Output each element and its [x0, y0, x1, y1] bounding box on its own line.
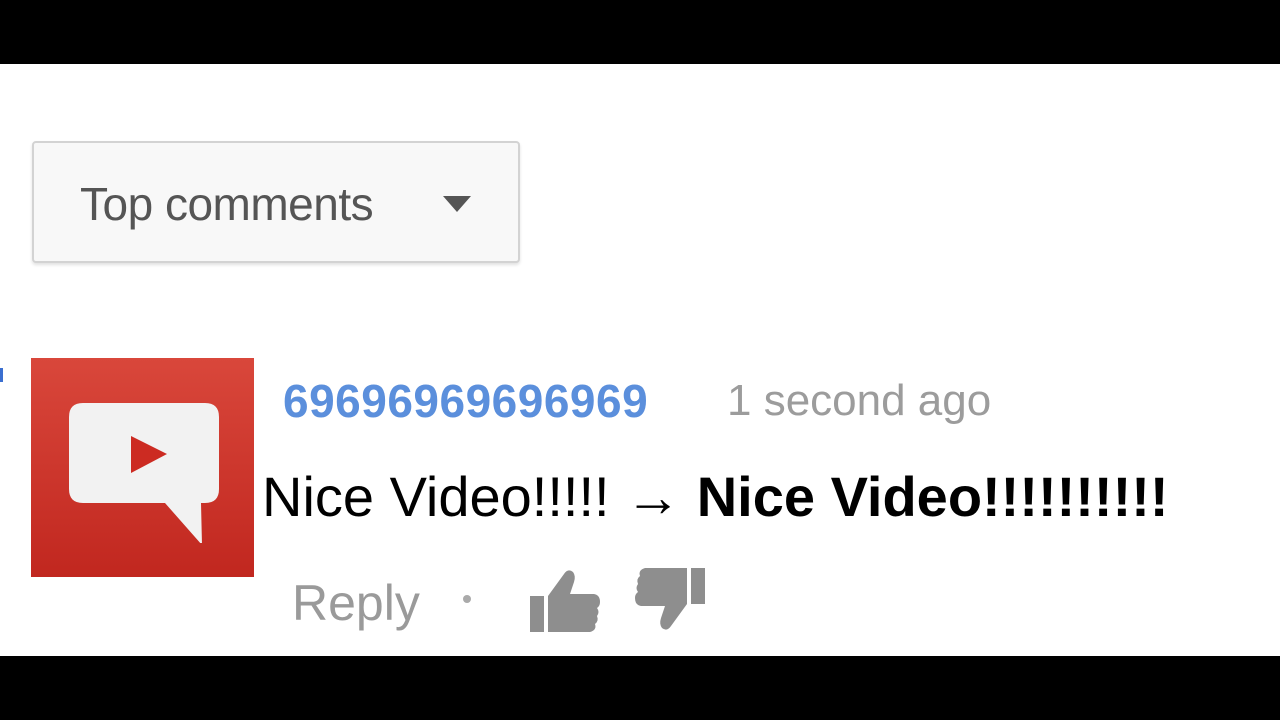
youtube-chat-bubble-icon	[69, 403, 219, 543]
sort-comments-dropdown[interactable]: Top comments	[32, 141, 520, 263]
comment-body: Nice Video!!!!! → Nice Video!!!!!!!!!!	[262, 464, 1169, 529]
dot-separator	[463, 595, 471, 603]
comment-timestamp[interactable]: 1 second ago	[727, 376, 991, 426]
sort-comments-label: Top comments	[80, 178, 374, 230]
thumbs-down-icon	[635, 568, 705, 630]
comment-author-link[interactable]: 69696969696969	[283, 374, 648, 428]
like-button[interactable]	[530, 568, 602, 634]
comment-text-edited: Nice Video!!!!!!!!!!	[696, 465, 1169, 528]
thumbs-up-icon	[530, 570, 600, 632]
comments-section: Top comments 69696969696969 1 second ago…	[0, 64, 1280, 656]
caret-down-icon	[443, 196, 471, 212]
dislike-button[interactable]	[635, 568, 707, 634]
comment-text-original: Nice Video!!!!!	[262, 465, 610, 528]
reply-button[interactable]: Reply	[292, 574, 420, 632]
avatar[interactable]	[31, 358, 254, 577]
scroll-marker	[0, 368, 3, 382]
arrow-separator: →	[625, 465, 682, 528]
